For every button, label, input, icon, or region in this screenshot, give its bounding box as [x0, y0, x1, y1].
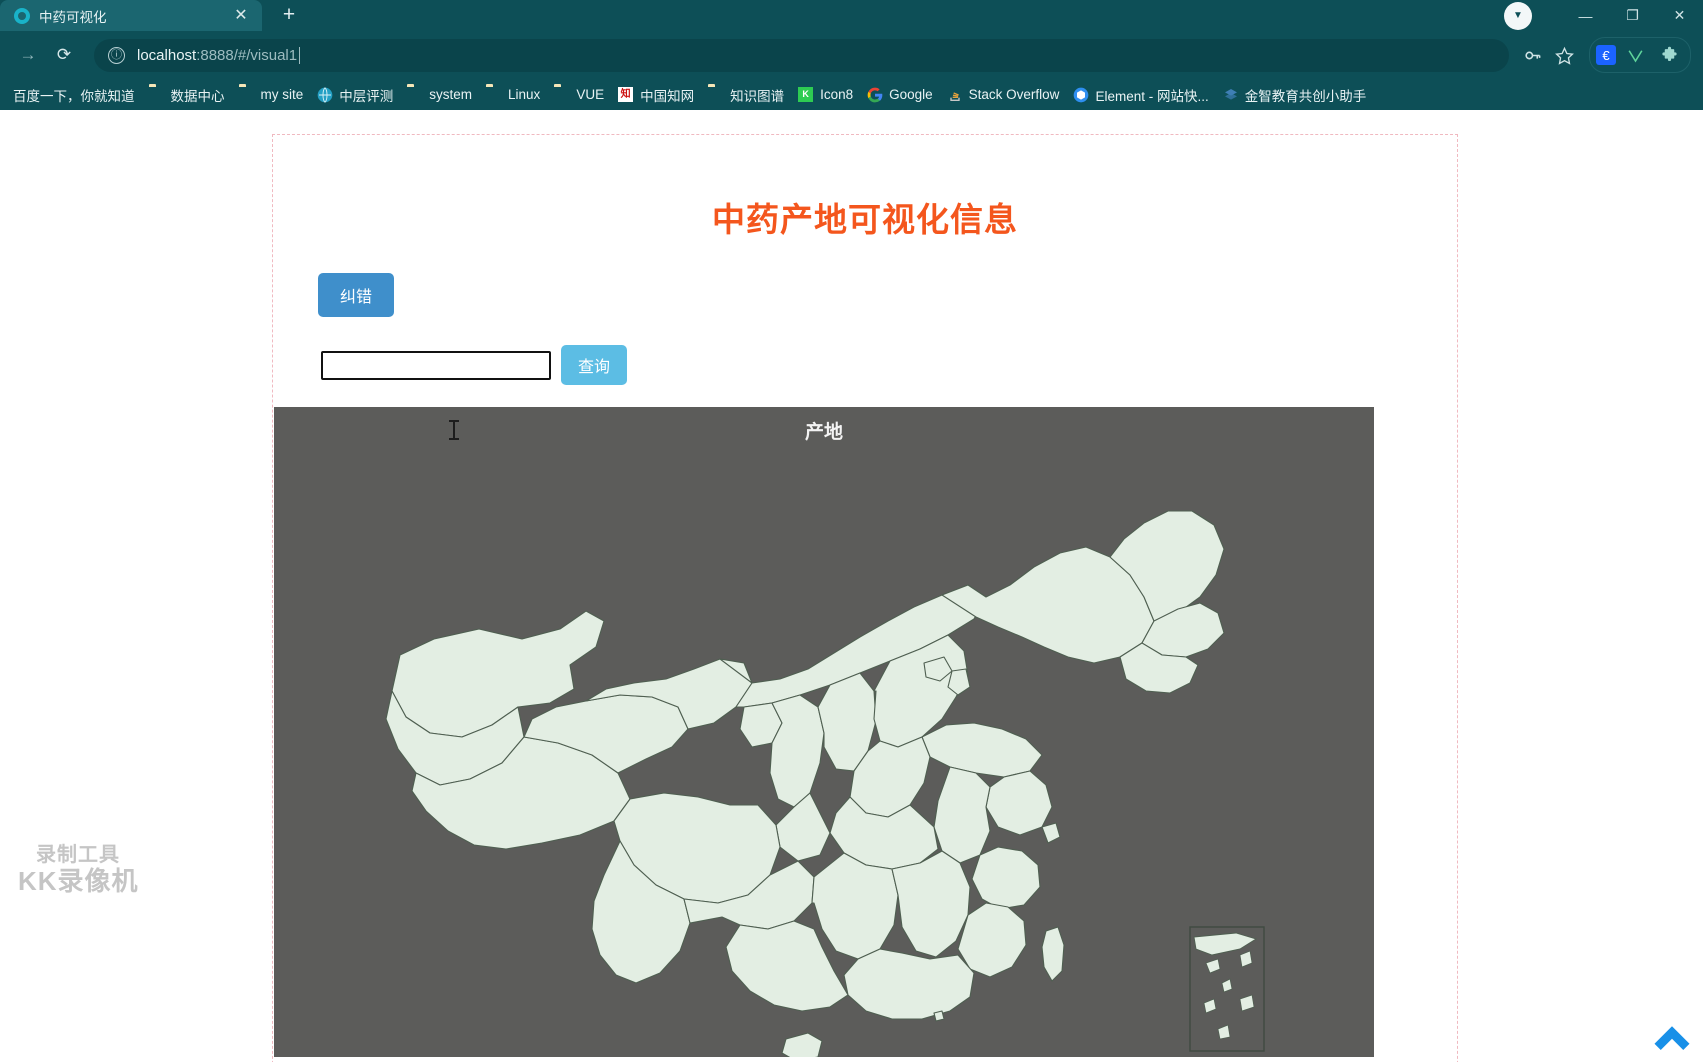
- bookmark-label: 金智教育共创小助手: [1244, 88, 1367, 104]
- scroll-to-top-button[interactable]: [1649, 1012, 1695, 1058]
- euro-extension-icon[interactable]: €: [1596, 45, 1616, 65]
- page-viewport: 中药产地可视化信息 纠错 查询 产地 录制工具 KK录像机: [0, 110, 1703, 1062]
- key-icon[interactable]: [1517, 40, 1547, 70]
- jinzhi-icon: [1223, 87, 1239, 103]
- bookmark-item[interactable]: Linux: [479, 83, 547, 107]
- bookmark-item[interactable]: 金智教育共创小助手: [1216, 83, 1374, 107]
- site-info-icon[interactable]: ⓘ: [108, 46, 125, 64]
- browser-window: 中药可视化 ✕ + ▼ — ❐ ✕ → ⟳ ⓘ localhost:8888/#…: [0, 0, 1703, 1062]
- bookmark-item[interactable]: 中层评测: [310, 83, 400, 107]
- address-bar[interactable]: ⓘ localhost:8888/#/visual1: [94, 38, 1509, 72]
- search-input[interactable]: [321, 350, 551, 380]
- url-path: :8888/#/visual1: [196, 46, 298, 64]
- new-tab-button[interactable]: +: [274, 1, 304, 31]
- bookmark-label: Element - 网站快...: [1095, 88, 1209, 104]
- action-row: 纠错: [318, 273, 1457, 317]
- maximize-button[interactable]: ❐: [1609, 0, 1656, 31]
- bookmark-label: system: [429, 87, 473, 102]
- globe-icon: [317, 86, 333, 103]
- bookmark-item[interactable]: my site: [232, 83, 311, 107]
- window-controls: ▼ — ❐ ✕: [1504, 0, 1703, 31]
- browser-tab[interactable]: 中药可视化 ✕: [0, 0, 262, 31]
- map-chart-panel[interactable]: 产地: [274, 407, 1374, 1057]
- search-row: 查询: [321, 345, 1457, 385]
- bookmark-item[interactable]: Google: [860, 83, 940, 107]
- extensions-group: €: [1589, 37, 1691, 73]
- forward-button[interactable]: →: [12, 39, 44, 71]
- bookmark-label: Linux: [508, 87, 541, 102]
- profile-avatar[interactable]: ▼: [1504, 1, 1532, 30]
- bookmark-label: 百度一下，你就知道: [13, 88, 135, 104]
- tab-title: 中药可视化: [39, 9, 107, 25]
- folder-icon: [554, 87, 570, 103]
- bookmark-item[interactable]: Element - 网站快...: [1066, 83, 1215, 107]
- tab-favicon-icon: [14, 7, 30, 24]
- south-china-sea-inset: [1189, 926, 1265, 1052]
- bookmark-item[interactable]: 知识图谱: [701, 83, 791, 107]
- google-icon: [867, 87, 883, 103]
- vue-devtools-icon[interactable]: [1620, 40, 1650, 70]
- tab-strip: 中药可视化 ✕ + ▼ — ❐ ✕: [0, 0, 1703, 31]
- url-host: localhost: [137, 46, 197, 64]
- chevron-up-icon: [1654, 1026, 1690, 1050]
- bookmark-label: 知识图谱: [730, 88, 785, 104]
- screen-recorder-watermark: 录制工具 KK录像机: [18, 844, 139, 896]
- bookmark-label: 中国知网: [640, 88, 695, 104]
- bookmarks-bar: 百度一下，你就知道 数据中心 my site 中层评测 system Linux: [0, 79, 1703, 110]
- bookmark-item[interactable]: VUE: [547, 83, 611, 107]
- cnki-icon: 知: [618, 86, 634, 103]
- folder-icon: [149, 87, 165, 103]
- toolbar-icons: €: [1517, 37, 1691, 73]
- bookmark-item[interactable]: system: [400, 83, 479, 107]
- tab-close-icon[interactable]: ✕: [230, 5, 252, 27]
- bookmark-item[interactable]: 知 中国知网: [611, 83, 701, 107]
- bookmark-item[interactable]: Stack Overflow: [940, 83, 1067, 107]
- address-bar-url: localhost:8888/#/visual1: [137, 47, 297, 64]
- bookmark-label: 中层评测: [339, 88, 394, 104]
- bookmark-star-icon[interactable]: [1549, 40, 1579, 70]
- puzzle-extension-icon[interactable]: [1654, 40, 1684, 70]
- folder-icon: [239, 87, 255, 103]
- query-button[interactable]: 查询: [561, 345, 628, 385]
- folder-icon: [486, 87, 502, 103]
- stackoverflow-icon: [947, 87, 963, 103]
- watermark-line-1: 录制工具: [36, 844, 120, 866]
- correct-button[interactable]: 纠错: [318, 273, 395, 317]
- icons8-icon: K: [798, 86, 814, 103]
- element-icon: [1073, 87, 1089, 103]
- minimize-button[interactable]: —: [1562, 0, 1609, 31]
- bookmark-label: VUE: [576, 87, 605, 102]
- bookmark-label: Icon8: [820, 87, 854, 102]
- bookmark-label: Stack Overflow: [968, 87, 1060, 102]
- bookmark-label: Google: [889, 87, 933, 102]
- app-container: 中药产地可视化信息 纠错 查询 产地: [272, 134, 1458, 1062]
- china-map-svg[interactable]: [274, 407, 1374, 1057]
- navigation-bar: → ⟳ ⓘ localhost:8888/#/visual1 €: [0, 31, 1703, 79]
- address-caret: [299, 46, 301, 64]
- bookmark-label: 数据中心: [170, 88, 225, 104]
- folder-icon: [407, 87, 423, 103]
- bookmark-item[interactable]: 数据中心: [142, 83, 232, 107]
- folder-icon: [708, 87, 724, 103]
- bookmark-item[interactable]: K Icon8: [791, 83, 860, 107]
- page-title: 中药产地可视化信息: [712, 201, 1018, 238]
- close-window-button[interactable]: ✕: [1656, 0, 1703, 31]
- reload-button[interactable]: ⟳: [48, 39, 80, 71]
- watermark-line-2: KK录像机: [18, 865, 139, 896]
- bookmark-item[interactable]: 百度一下，你就知道: [6, 83, 142, 107]
- bookmark-label: my site: [260, 87, 304, 102]
